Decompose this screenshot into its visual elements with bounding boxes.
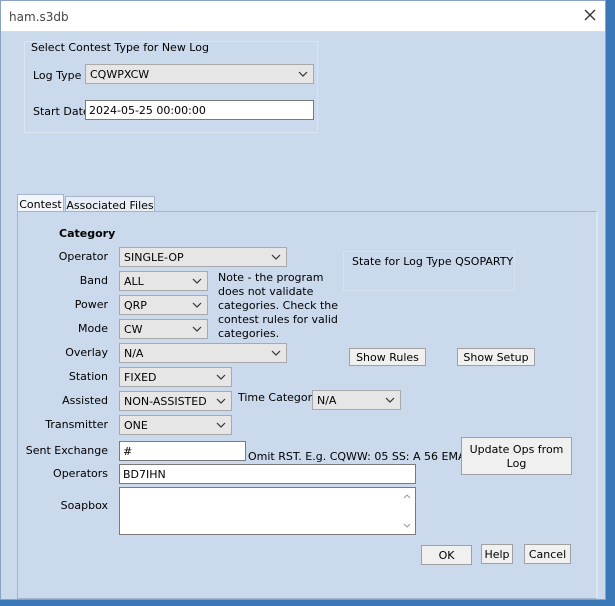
title-bar[interactable]: ham.s3db: [1, 1, 605, 32]
overlay-label: Overlay: [65, 346, 108, 359]
station-label: Station: [68, 370, 108, 383]
chevron-down-icon: [271, 350, 281, 356]
band-label: Band: [79, 274, 108, 287]
chevron-down-icon: [385, 397, 395, 403]
category-note: Note - the program does not validate cat…: [218, 271, 339, 340]
band-select[interactable]: ALL: [119, 271, 208, 291]
cancel-button[interactable]: Cancel: [524, 544, 571, 564]
chevron-down-icon: [192, 278, 202, 284]
chevron-down-icon: [216, 398, 226, 404]
category-heading: Category: [59, 227, 116, 240]
time-category-label: Time Category: [238, 391, 319, 404]
new-log-group-label: Select Contest Type for New Log: [31, 41, 209, 54]
soapbox-label: Soapbox: [60, 499, 108, 512]
chevron-down-icon: [192, 302, 202, 308]
power-select[interactable]: QRP: [119, 295, 208, 315]
soapbox-textarea[interactable]: [119, 487, 416, 535]
transmitter-select[interactable]: ONE: [119, 415, 232, 435]
mode-label: Mode: [78, 322, 108, 335]
sent-exchange-hint: Omit RST. E.g. CQWW: 05 SS: A 56 EMA: [248, 450, 466, 463]
start-date-input[interactable]: 2024-05-25 00:00:00: [85, 100, 314, 120]
tab-associated-files[interactable]: Associated Files: [65, 196, 155, 212]
state-label: State for Log Type QSOPARTY: [352, 255, 514, 268]
time-category-select[interactable]: N/A: [312, 390, 401, 410]
show-setup-button[interactable]: Show Setup: [457, 348, 535, 366]
overlay-select[interactable]: N/A: [119, 343, 287, 363]
log-type-label: Log Type: [33, 69, 82, 82]
operators-input[interactable]: BD7IHN: [119, 464, 416, 484]
sent-exchange-input[interactable]: #: [119, 441, 246, 461]
soapbox-scrollbar[interactable]: [400, 489, 414, 533]
assisted-label: Assisted: [62, 394, 108, 407]
log-type-select[interactable]: CQWPXCW: [85, 64, 314, 84]
chevron-down-icon: [271, 254, 281, 260]
chevron-down-icon: [216, 374, 226, 380]
mode-select[interactable]: CW: [119, 319, 208, 339]
sent-exchange-label: Sent Exchange: [25, 444, 108, 457]
scroll-up-icon[interactable]: [403, 494, 411, 499]
show-rules-button[interactable]: Show Rules: [349, 348, 426, 366]
start-date-label: Start Date: [33, 105, 90, 118]
help-button[interactable]: Help: [481, 544, 513, 564]
update-ops-button[interactable]: Update Ops from Log: [461, 437, 572, 475]
operator-label: Operator: [58, 250, 108, 263]
scroll-down-icon[interactable]: [403, 523, 411, 528]
assisted-select[interactable]: NON-ASSISTED: [119, 391, 232, 411]
ok-button[interactable]: OK: [421, 545, 472, 565]
operators-label: Operators: [53, 467, 108, 480]
close-icon[interactable]: [583, 8, 597, 22]
chevron-down-icon: [192, 326, 202, 332]
chevron-down-icon: [216, 422, 226, 428]
power-label: Power: [74, 298, 108, 311]
operator-select[interactable]: SINGLE-OP: [119, 247, 287, 267]
chevron-down-icon: [298, 71, 308, 77]
transmitter-label: Transmitter: [45, 418, 108, 431]
window-title: ham.s3db: [9, 10, 69, 24]
station-select[interactable]: FIXED: [119, 367, 232, 387]
new-log-dialog: ham.s3db Select Contest Type for New Log…: [0, 0, 606, 600]
